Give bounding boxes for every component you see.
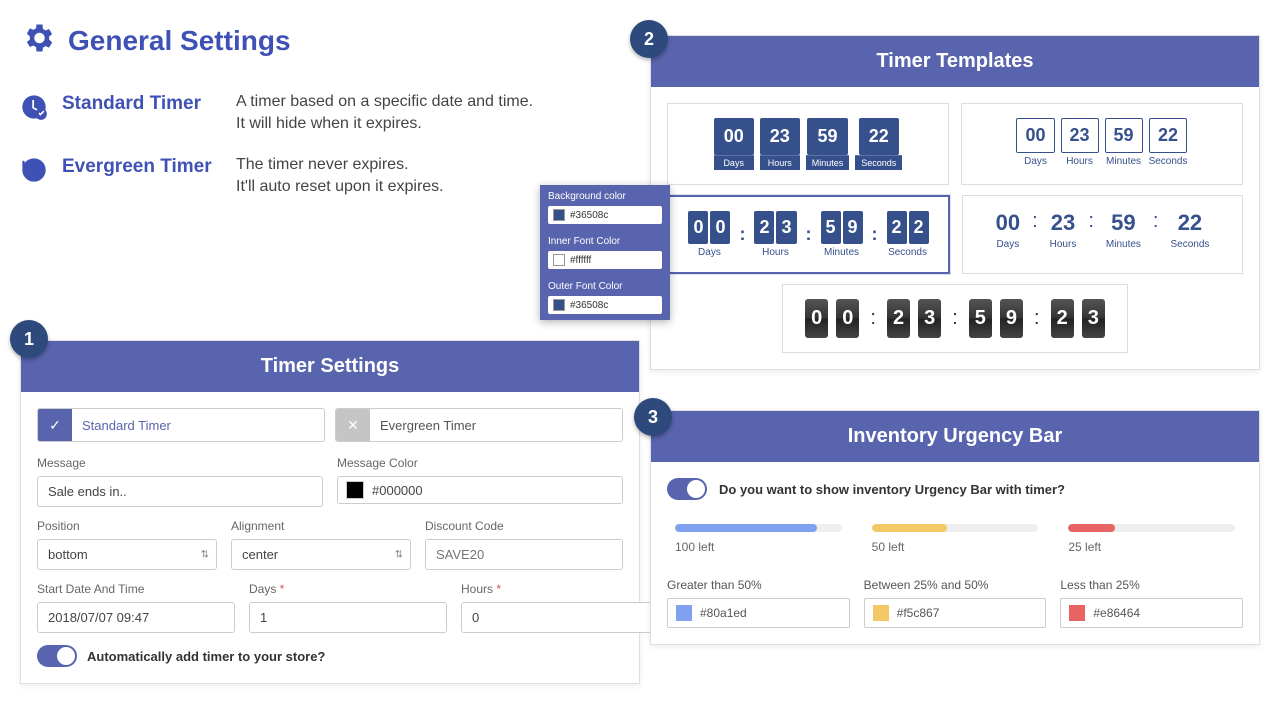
panel-header: Timer Settings xyxy=(21,341,639,392)
definition-label: Evergreen Timer xyxy=(62,156,222,178)
discount-input[interactable] xyxy=(425,539,623,570)
inventory-bar-25: 25 left xyxy=(1068,524,1235,554)
auto-add-toggle[interactable] xyxy=(37,645,77,667)
start-label: Start Date And Time xyxy=(37,582,235,596)
clock-icon xyxy=(20,93,48,121)
template-style-1[interactable]: 00Days 23Hours 59Minutes 22Seconds xyxy=(667,103,949,185)
step-badge-1: 1 xyxy=(10,320,48,358)
popover-inner-input[interactable]: #ffffff xyxy=(548,251,662,269)
inventory-bar-100: 100 left xyxy=(675,524,842,554)
step-badge-2: 2 xyxy=(630,20,668,58)
inventory-bar-50: 50 left xyxy=(872,524,1039,554)
days-input[interactable] xyxy=(249,602,447,633)
template-style-3[interactable]: 00Days : 23Hours : 59Minutes : 22Seconds xyxy=(667,195,950,274)
timer-settings-panel: Timer Settings ✓ Standard Timer ✕ Evergr… xyxy=(20,340,640,684)
definition-desc: A timer based on a specific date and tim… xyxy=(236,91,533,136)
threshold-lt25-input[interactable]: #e86464 xyxy=(1060,598,1243,628)
message-color-label: Message Color xyxy=(337,456,623,470)
panel-header: Timer Templates xyxy=(651,36,1259,87)
threshold-gt50-input[interactable]: #80a1ed xyxy=(667,598,850,628)
alignment-label: Alignment xyxy=(231,519,411,533)
alignment-select[interactable] xyxy=(231,539,411,570)
check-icon: ✓ xyxy=(38,409,72,441)
definition-desc: The timer never expires. It'll auto rese… xyxy=(236,154,444,199)
threshold-gt50-label: Greater than 50% xyxy=(667,578,850,592)
message-label: Message xyxy=(37,456,323,470)
template-style-4[interactable]: 00Days : 23Hours : 59Minutes : 22Seconds xyxy=(962,195,1243,274)
inventory-toggle-label: Do you want to show inventory Urgency Ba… xyxy=(719,482,1065,497)
discount-label: Discount Code xyxy=(425,519,623,533)
definition-label: Standard Timer xyxy=(62,93,222,115)
position-label: Position xyxy=(37,519,217,533)
threshold-25-50-label: Between 25% and 50% xyxy=(864,578,1047,592)
message-color-input[interactable]: #000000 xyxy=(337,476,623,504)
refresh-clock-icon xyxy=(20,156,48,184)
hours-label: Hours * xyxy=(461,582,659,596)
threshold-lt25-label: Less than 25% xyxy=(1060,578,1243,592)
inventory-urgency-panel: Inventory Urgency Bar Do you want to sho… xyxy=(650,410,1260,645)
popover-bg-label: Background color xyxy=(548,191,662,202)
close-icon: ✕ xyxy=(336,409,370,441)
step-badge-3: 3 xyxy=(634,398,672,436)
start-input[interactable] xyxy=(37,602,235,633)
template-style-5[interactable]: 00 : 23 : 59 : 23 xyxy=(782,284,1128,353)
message-input[interactable] xyxy=(37,476,323,507)
tab-standard-timer[interactable]: ✓ Standard Timer xyxy=(37,408,325,442)
days-label: Days * xyxy=(249,582,447,596)
threshold-25-50-input[interactable]: #f5c867 xyxy=(864,598,1047,628)
panel-header: Inventory Urgency Bar xyxy=(651,411,1259,462)
popover-outer-label: Outer Font Color xyxy=(548,281,662,292)
auto-add-label: Automatically add timer to your store? xyxy=(87,649,325,664)
color-popover: Background color #36508c Inner Font Colo… xyxy=(540,185,670,320)
hours-input[interactable] xyxy=(461,602,659,633)
inventory-toggle[interactable] xyxy=(667,478,707,500)
template-style-2[interactable]: 00Days 23Hours 59Minutes 22Seconds xyxy=(961,103,1243,185)
gear-icon xyxy=(20,20,56,61)
page-title: General Settings xyxy=(68,25,291,57)
timer-templates-panel: Timer Templates 00Days 23Hours 59Minutes… xyxy=(650,35,1260,370)
popover-inner-label: Inner Font Color xyxy=(548,236,662,247)
popover-bg-input[interactable]: #36508c xyxy=(548,206,662,224)
position-select[interactable] xyxy=(37,539,217,570)
popover-outer-input[interactable]: #36508c xyxy=(548,296,662,314)
tab-evergreen-timer[interactable]: ✕ Evergreen Timer xyxy=(335,408,623,442)
